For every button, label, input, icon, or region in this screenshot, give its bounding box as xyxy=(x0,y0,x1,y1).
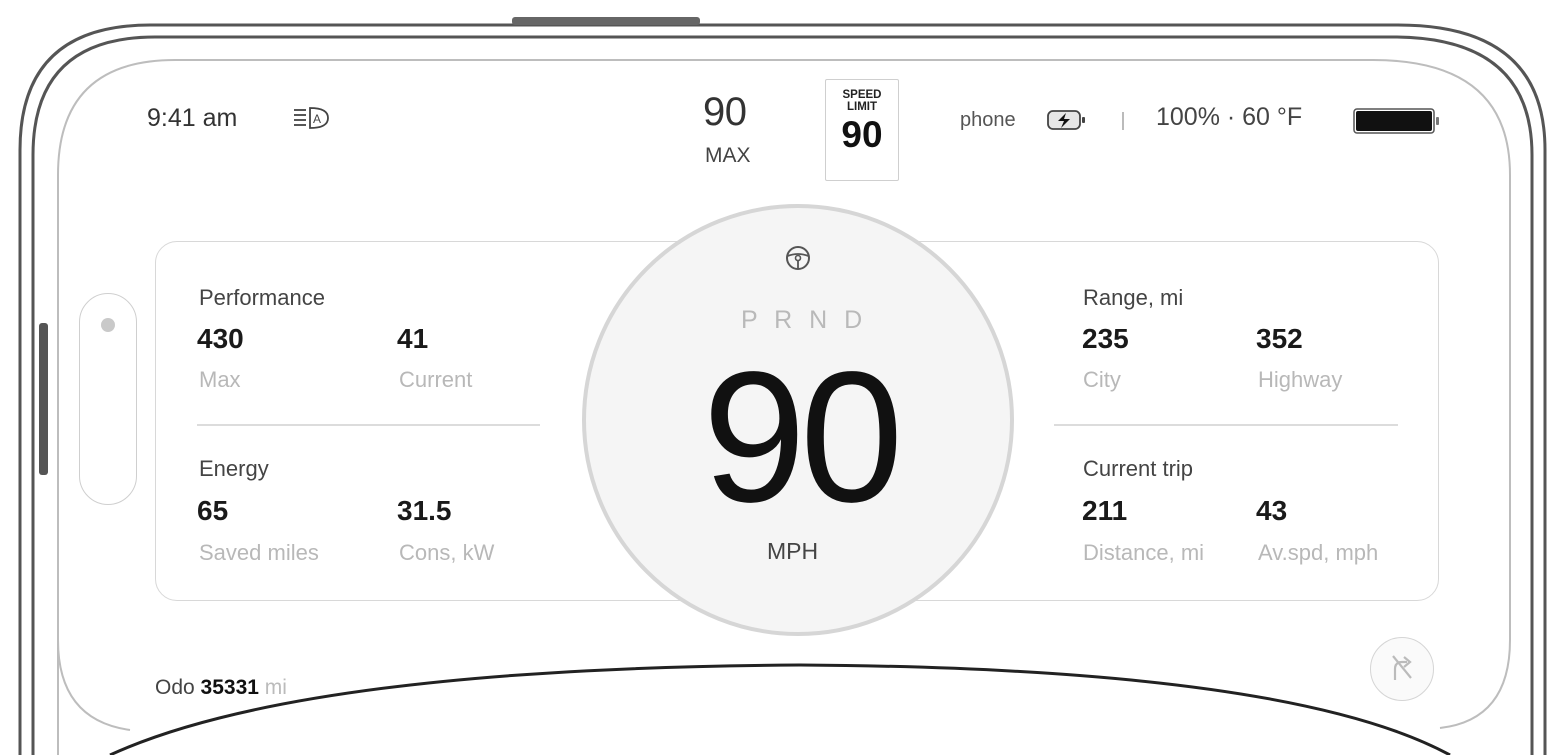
range-city-label: City xyxy=(1083,367,1121,392)
gear-selector: P R N D xyxy=(741,306,868,334)
navigation-button[interactable] xyxy=(1370,637,1434,701)
performance-current-label: Current xyxy=(399,367,473,392)
performance-max-label: Max xyxy=(199,367,241,392)
charging-battery-icon xyxy=(1046,108,1088,137)
max-speed-label: MAX xyxy=(705,144,751,167)
performance-title: Performance xyxy=(199,285,325,310)
max-speed-value: 90 xyxy=(703,90,747,134)
auto-headlight-icon[interactable]: A xyxy=(292,106,340,130)
trip-avg-speed-value: 43 xyxy=(1256,495,1288,526)
steering-wheel-icon xyxy=(785,245,811,276)
odometer: Odo 35331 mi xyxy=(155,676,287,700)
status-separator xyxy=(1122,112,1124,130)
right-divider xyxy=(1054,424,1398,426)
trip-title: Current trip xyxy=(1083,456,1194,481)
speed-limit-sign: SPEED LIMIT 90 xyxy=(825,79,899,181)
turn-arrow-icon xyxy=(1392,655,1412,680)
odometer-unit: mi xyxy=(264,676,287,699)
speed-limit-title: SPEED LIMIT xyxy=(842,89,882,113)
range-highway-label: Highway xyxy=(1258,367,1343,392)
dashboard-screen: 9:41 am A 90 MAX SPEED LIMIT 90 phone 10… xyxy=(0,0,1548,755)
trip-distance-label: Distance, mi xyxy=(1083,540,1205,565)
speed-limit-value: 90 xyxy=(841,114,883,155)
energy-saved-label: Saved miles xyxy=(199,540,319,565)
car-battery-icon xyxy=(1353,106,1443,141)
energy-consumption-value: 31.5 xyxy=(397,495,452,526)
energy-consumption-label: Cons, kW xyxy=(399,540,495,565)
energy-saved-value: 65 xyxy=(197,495,229,526)
performance-max-value: 430 xyxy=(197,323,244,354)
svg-text:A: A xyxy=(313,112,321,126)
speed-unit: MPH xyxy=(767,538,819,564)
current-speed: 90 xyxy=(702,334,904,541)
odometer-label: Odo xyxy=(155,676,195,699)
energy-title: Energy xyxy=(199,456,269,481)
trip-avg-speed-label: Av.spd, mph xyxy=(1258,540,1379,565)
range-highway-value: 352 xyxy=(1256,323,1303,354)
odometer-value: 35331 xyxy=(200,676,259,699)
left-divider xyxy=(197,424,540,426)
range-city-value: 235 xyxy=(1082,323,1129,354)
clock: 9:41 am xyxy=(147,104,238,132)
trip-distance-value: 211 xyxy=(1082,495,1128,526)
range-title: Range, mi xyxy=(1083,285,1184,310)
performance-current-value: 41 xyxy=(397,323,429,354)
phone-label: phone xyxy=(960,109,1016,131)
side-indicator-dot xyxy=(101,318,115,332)
battery-temperature: 100% · 60 °F xyxy=(1156,103,1303,131)
